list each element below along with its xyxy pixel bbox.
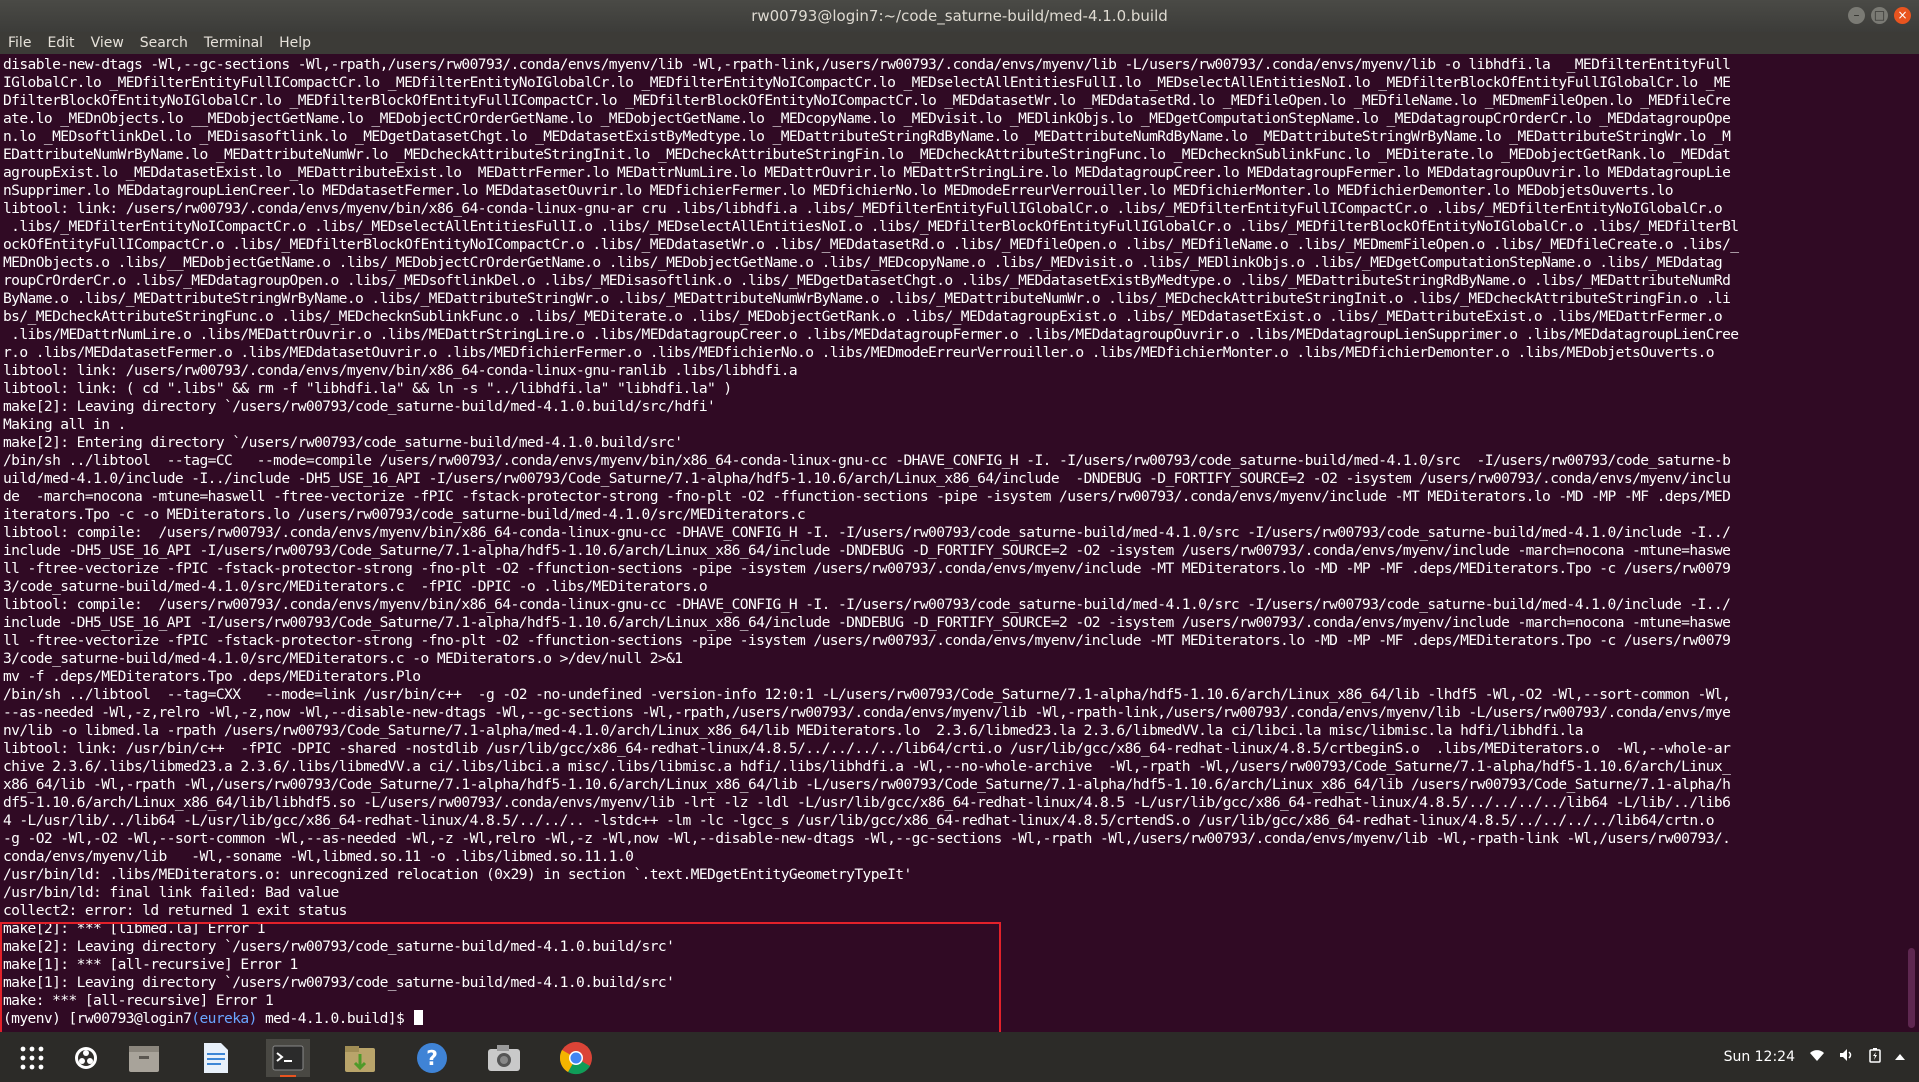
terminal-line: ate.lo _MEDnObjects.lo __MEDobjectGetNam… <box>3 110 1731 127</box>
files-icon[interactable] <box>122 1039 166 1077</box>
terminal-line: /usr/bin/ld: .libs/MEDiterators.o: unrec… <box>3 866 912 883</box>
terminal-line: conda/envs/myenv/lib -Wl,-soname -Wl,lib… <box>3 848 634 865</box>
terminal-line: ockOfEntityFullICompactCr.o .libs/_MEDfi… <box>3 236 1739 253</box>
terminal-line: Making all in . <box>3 416 126 433</box>
prompt-env: (myenv) [rw00793@login7 <box>3 1010 192 1027</box>
help-icon[interactable]: ? <box>410 1039 454 1077</box>
terminal-line: ByName.o .libs/_MEDattributeStringWrByNa… <box>3 290 1731 307</box>
terminal-line: include -DH5_USE_16_API -I/users/rw00793… <box>3 614 1731 631</box>
terminal-line: libtool: link: /users/rw00793/.conda/env… <box>3 200 1723 217</box>
prompt-cluster: (eureka) <box>191 1010 257 1027</box>
terminal-line: ll -ftree-vectorize -fPIC -fstack-protec… <box>3 560 1731 577</box>
terminal-line: IGlobalCr.lo _MEDfilterEntityFullICompac… <box>3 74 1731 91</box>
terminal-line: ll -ftree-vectorize -fPIC -fstack-protec… <box>3 632 1731 649</box>
terminal-line: 3/code_saturne-build/med-4.1.0/src/MEDit… <box>3 650 683 667</box>
menu-search[interactable]: Search <box>132 35 196 51</box>
terminal-area[interactable]: disable-new-dtags -Wl,--gc-sections -Wl,… <box>0 54 1904 1032</box>
terminal-line: /bin/sh ../libtool --tag=CXX --mode=link… <box>3 686 1731 703</box>
terminal-line: libtool: compile: /users/rw00793/.conda/… <box>3 596 1731 613</box>
battery-icon[interactable] <box>1869 1047 1881 1067</box>
terminal-line: make[2]: Leaving directory `/users/rw007… <box>3 938 675 955</box>
shell-prompt[interactable]: (myenv) [rw00793@login7(eureka) med-4.1.… <box>3 1010 1901 1028</box>
terminal-line: de -march=nocona -mtune=haswell -ftree-v… <box>3 488 1731 505</box>
terminal-line: .libs/_MEDfilterEntityNoICompactCr.o .li… <box>3 218 1739 235</box>
terminal-line: make: *** [all-recursive] Error 1 <box>3 992 274 1009</box>
wifi-icon[interactable] <box>1809 1048 1825 1066</box>
terminal-line: df5-1.10.6/arch/Linux_x86_64/lib/libhdf5… <box>3 794 1731 811</box>
maximize-button[interactable]: □ <box>1871 7 1888 24</box>
terminal-line: uild/med-4.1.0/include -I../include -DH5… <box>3 470 1731 487</box>
menu-help[interactable]: Help <box>271 35 319 51</box>
terminal-line: chive 2.3.6/.libs/libmed23.a 2.3.6/.libs… <box>3 758 1731 775</box>
terminal-line: include -DH5_USE_16_API -I/users/rw00793… <box>3 542 1731 559</box>
terminal-line: MEDnObjects.o .libs/__MEDobjectGetName.o… <box>3 254 1723 271</box>
terminal-line: bs/_MEDcheckAttributeStringFunc.o .libs/… <box>3 308 1723 325</box>
menu-file[interactable]: File <box>0 35 39 51</box>
window-titlebar: rw00793@login7:~/code_saturne-build/med-… <box>0 0 1919 32</box>
terminal-line: iterators.Tpo -c -o MEDiterators.lo /use… <box>3 506 806 523</box>
taskbar: ? Sun 12:24 <box>0 1032 1919 1082</box>
terminal-line: r.o .libs/MEDdatasetFermer.o .libs/MEDda… <box>3 344 1715 361</box>
chrome-icon[interactable] <box>554 1039 598 1077</box>
close-button[interactable]: × <box>1894 7 1911 24</box>
terminal-icon[interactable] <box>266 1039 310 1077</box>
clock[interactable]: Sun 12:24 <box>1724 1049 1795 1065</box>
volume-icon[interactable] <box>1839 1048 1855 1066</box>
obs-icon[interactable] <box>64 1039 108 1077</box>
svg-text:?: ? <box>426 1046 438 1070</box>
window-controls: – □ × <box>1848 7 1911 24</box>
terminal-line: DfilterBlockOfEntityNoIGlobalCr.lo _MEDf… <box>3 92 1731 109</box>
terminal-output: disable-new-dtags -Wl,--gc-sections -Wl,… <box>3 56 1901 1032</box>
terminal-line: libtool: compile: /users/rw00793/.conda/… <box>3 524 1731 541</box>
terminal-line: collect2: error: ld returned 1 exit stat… <box>3 902 347 919</box>
terminal-line: make[2]: *** [libmed.la] Error 1 <box>3 920 266 937</box>
terminal-line: make[2]: Leaving directory `/users/rw007… <box>3 398 716 415</box>
terminal-line: x86_64/lib -Wl,-rpath -Wl,/users/rw00793… <box>3 776 1731 793</box>
minimize-button[interactable]: – <box>1848 7 1865 24</box>
terminal-line: mv -f .deps/MEDiterators.Tpo .deps/MEDit… <box>3 668 421 685</box>
terminal-line: libtool: link: /usr/bin/c++ -fPIC -DPIC … <box>3 740 1731 757</box>
terminal-line: 4 -L/usr/lib/../lib64 -L/usr/lib/gcc/x86… <box>3 812 1723 829</box>
terminal-line: make[1]: Leaving directory `/users/rw007… <box>3 974 675 991</box>
system-tray: Sun 12:24 <box>1724 1047 1905 1067</box>
terminal-line: EDattributeNumWrByName.lo _MEDattributeN… <box>3 146 1731 163</box>
system-menu-icon[interactable] <box>1895 1049 1905 1065</box>
terminal-scrollbar[interactable] <box>1904 54 1919 1032</box>
archive-manager-icon[interactable] <box>338 1039 382 1077</box>
document-viewer-icon[interactable] <box>194 1039 238 1077</box>
terminal-line: roupCrOrderCr.o .libs/_MEDdatagroupOpen.… <box>3 272 1731 289</box>
terminal-line: .libs/MEDattrNumLire.o .libs/MEDattrOuvr… <box>3 326 1739 343</box>
terminal-line: n.lo _MEDsoftlinkDel.lo _MEDisasoftlink.… <box>3 128 1731 145</box>
terminal-line: --as-needed -Wl,-z,relro -Wl,-z,now -Wl,… <box>3 704 1731 721</box>
terminal-line: libtool: link: ( cd ".libs" && rm -f "li… <box>3 380 732 397</box>
menubar: File Edit View Search Terminal Help <box>0 32 1919 54</box>
terminal-line: disable-new-dtags -Wl,--gc-sections -Wl,… <box>3 56 1731 73</box>
terminal-line: 3/code_saturne-build/med-4.1.0/src/MEDit… <box>3 578 708 595</box>
terminal-line: make[1]: *** [all-recursive] Error 1 <box>3 956 298 973</box>
window-title: rw00793@login7:~/code_saturne-build/med-… <box>751 7 1168 25</box>
apps-grid-icon[interactable] <box>10 1039 54 1077</box>
terminal-line: nSupprimer.lo MEDdatagroupLienCreer.lo M… <box>3 182 1674 199</box>
terminal-line: make[2]: Entering directory `/users/rw00… <box>3 434 683 451</box>
menu-edit[interactable]: Edit <box>39 35 82 51</box>
terminal-line: /usr/bin/ld: final link failed: Bad valu… <box>3 884 339 901</box>
terminal-line: nv/lib -o libmed.la -rpath /users/rw0079… <box>3 722 1584 739</box>
menu-terminal[interactable]: Terminal <box>196 35 271 51</box>
prompt-cwd: med-4.1.0.build]$ <box>256 1010 413 1027</box>
terminal-line: -g -O2 -Wl,-O2 -Wl,--sort-common -Wl,--a… <box>3 830 1731 847</box>
camera-icon[interactable] <box>482 1039 526 1077</box>
terminal-line: agroupExist.lo _MEDdatasetExist.lo _MEDa… <box>3 164 1731 181</box>
scrollbar-thumb[interactable] <box>1908 948 1915 1028</box>
menu-view[interactable]: View <box>83 35 132 51</box>
text-cursor <box>414 1010 424 1025</box>
terminal-line: /bin/sh ../libtool --tag=CC --mode=compi… <box>3 452 1731 469</box>
terminal-line: libtool: link: /users/rw00793/.conda/env… <box>3 362 798 379</box>
